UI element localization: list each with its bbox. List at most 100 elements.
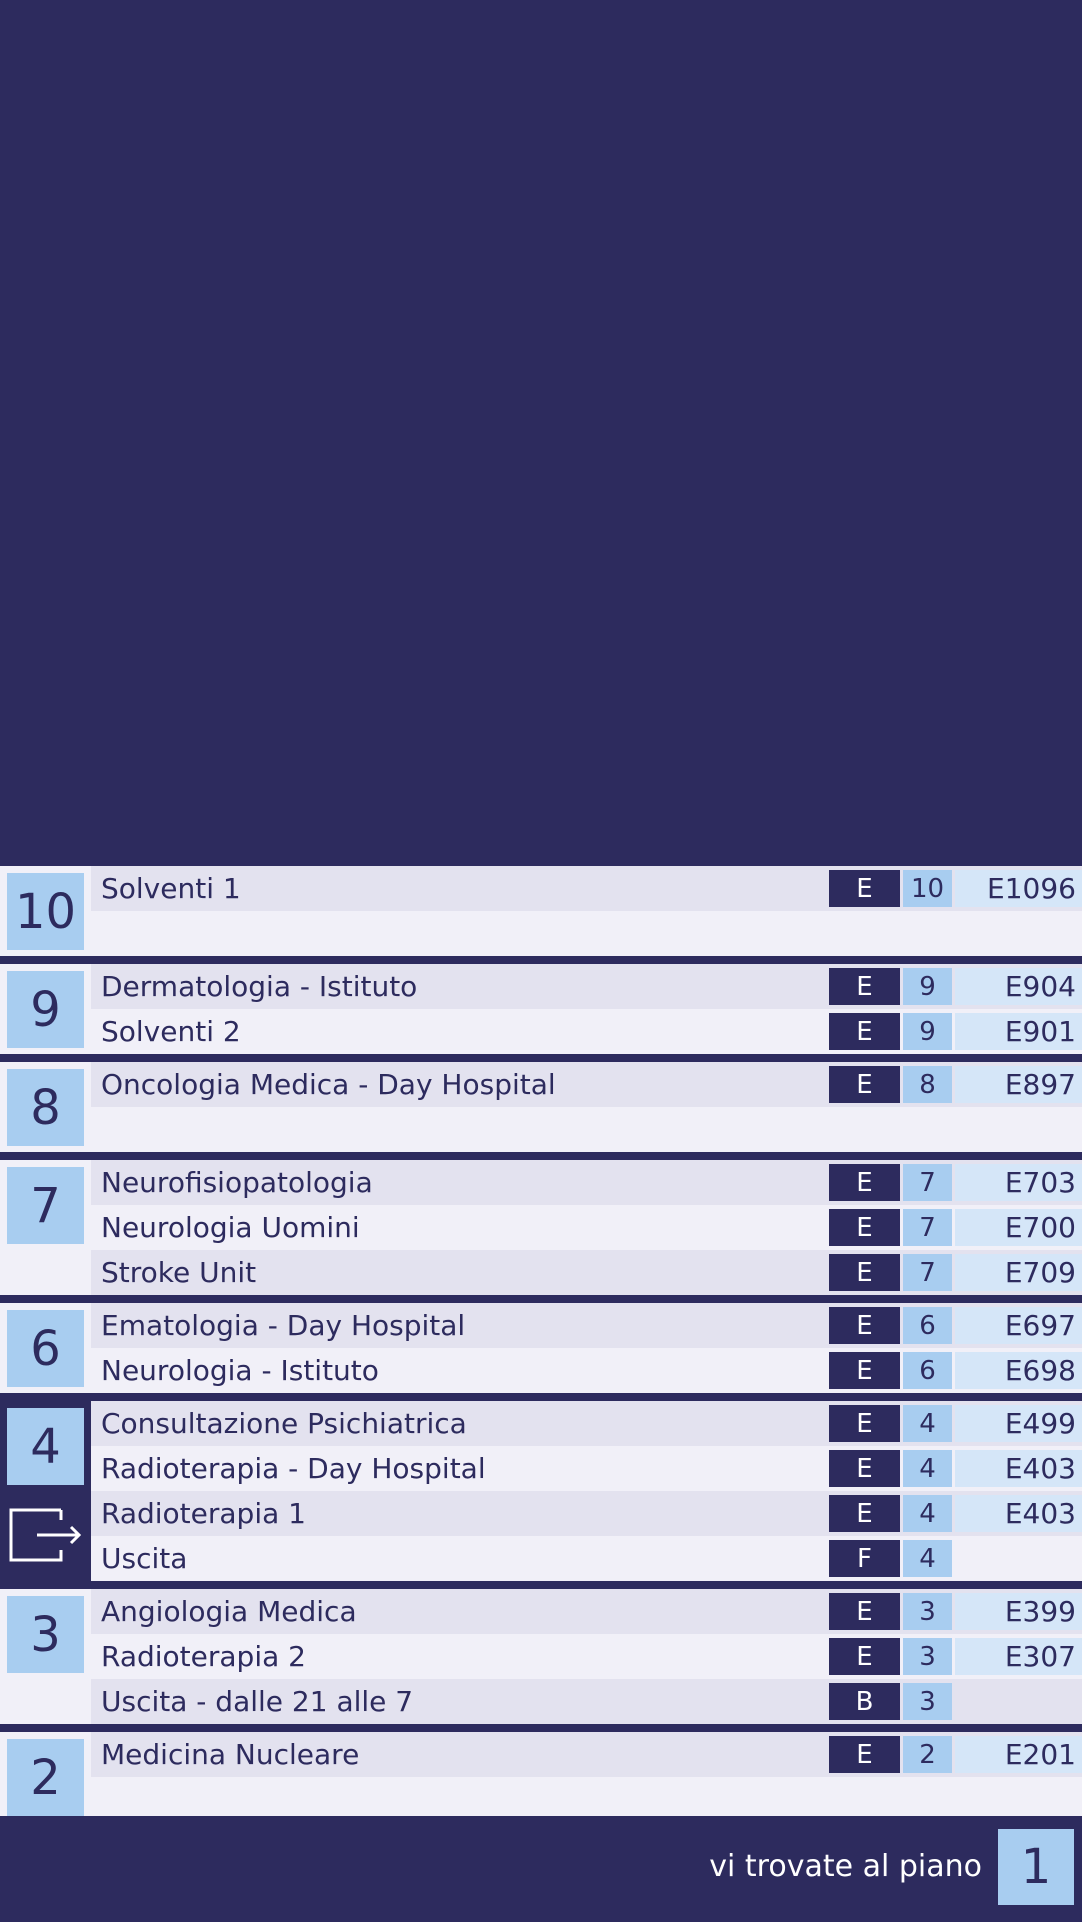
- room-code: E697: [955, 1307, 1082, 1344]
- department-name: Uscita: [101, 1542, 188, 1575]
- room-code: E703: [955, 1164, 1082, 1201]
- department-row: Uscita F 4: [91, 1536, 1082, 1581]
- department-name: Neurologia - Istituto: [101, 1354, 379, 1387]
- department-name: Oncologia Medica - Day Hospital: [101, 1068, 556, 1101]
- building-letter: E: [829, 1736, 900, 1773]
- floor-number-column: 6: [0, 1303, 91, 1393]
- room-code: E698: [955, 1352, 1082, 1389]
- department-name: Neurologia Uomini: [101, 1211, 360, 1244]
- floor-section-body: 7 Neurofisiopatologia E 7 E703 Neurologia Uom…: [0, 1160, 1082, 1295]
- floor-indicator: 4: [903, 1540, 952, 1577]
- department-list: Ematologia - Day Hospital E 6 E697 Neurologi…: [91, 1303, 1082, 1393]
- floor-number-column: 10: [0, 866, 91, 956]
- department-name: Solventi 2: [101, 1015, 241, 1048]
- department-list: Neurofisiopatologia E 7 E703 Neurologia Uomi…: [91, 1160, 1082, 1295]
- department-row: Dermatologia - Istituto E 9 E904: [91, 964, 1082, 1009]
- floor-indicator: 4: [903, 1405, 952, 1442]
- floor-number-column: 8: [0, 1062, 91, 1152]
- department-list: Oncologia Medica - Day Hospital E 8 E897: [91, 1062, 1082, 1152]
- floor-indicator: 7: [903, 1209, 952, 1246]
- floor-number-column: 4: [0, 1401, 91, 1581]
- building-letter: E: [829, 1066, 900, 1103]
- department-name: Consultazione Psichiatrica: [101, 1407, 467, 1440]
- exit-arrow-icon: [9, 1508, 82, 1562]
- floor-number-column: 3: [0, 1589, 91, 1724]
- current-floor-label: vi trovate al piano: [709, 1849, 982, 1884]
- floor-indicator: 7: [903, 1164, 952, 1201]
- department-row: Stroke Unit E 7 E709: [91, 1250, 1082, 1295]
- floor-section-3: 3 Angiologia Medica E 3 E399 Radioterapia 2E3…: [0, 1581, 1082, 1724]
- footer-bar: vi trovate al piano 1: [0, 1816, 1082, 1922]
- department-list: Medicina Nucleare E 2 E201: [91, 1732, 1082, 1822]
- department-name: Angiologia Medica: [101, 1595, 357, 1628]
- floor-section-body: 2 Medicina Nucleare E 2 E201: [0, 1732, 1082, 1822]
- floor-number-column: 9: [0, 964, 91, 1054]
- department-row: Solventi 1 E 10 E1096: [91, 866, 1082, 911]
- department-row: Angiologia Medica E 3 E399: [91, 1589, 1082, 1634]
- floor-number-badge: 7: [7, 1167, 84, 1244]
- room-code: E700: [955, 1209, 1082, 1246]
- floor-indicator: 4: [903, 1450, 952, 1487]
- building-letter: E: [829, 1495, 900, 1532]
- floor-section-6: 6 Ematologia - Day Hospital E 6 E697 Neurolog…: [0, 1295, 1082, 1393]
- room-code: E201: [955, 1736, 1082, 1773]
- floor-indicator: 4: [903, 1495, 952, 1532]
- room-code: E399: [955, 1593, 1082, 1630]
- floor-section-9: 9 Dermatologia - Istituto E 9 E904 Solventi 2…: [0, 956, 1082, 1054]
- department-name: Neurofisiopatologia: [101, 1166, 373, 1199]
- department-row: Neurofisiopatologia E 7 E703: [91, 1160, 1082, 1205]
- room-code: E904: [955, 968, 1082, 1005]
- floor-number-badge: 9: [7, 971, 84, 1048]
- department-list: Solventi 1 E 10 E1096: [91, 866, 1082, 956]
- department-row: Neurologia - Istituto E 6 E698: [91, 1348, 1082, 1393]
- current-floor-number: 1: [998, 1829, 1074, 1905]
- floor-indicator: 3: [903, 1638, 952, 1675]
- department-name: Radioterapia - Day Hospital: [101, 1452, 486, 1485]
- floor-indicator: 9: [903, 968, 952, 1005]
- building-letter: E: [829, 1013, 900, 1050]
- department-list: Angiologia Medica E 3 E399 Radioterapia 2E3E…: [91, 1589, 1082, 1724]
- room-code: [955, 1540, 1082, 1577]
- floor-number-badge: 8: [7, 1069, 84, 1146]
- floor-indicator: 3: [903, 1593, 952, 1630]
- department-name: Radioterapia 2: [101, 1640, 306, 1673]
- floor-number-column: 7: [0, 1160, 91, 1295]
- department-name: Radioterapia 1: [101, 1497, 306, 1530]
- room-code: [955, 1683, 1082, 1720]
- floor-section-body: 3 Angiologia Medica E 3 E399 Radioterapia 2E3…: [0, 1589, 1082, 1724]
- department-list: Consultazione Psichiatrica E 4 E499 Radioter…: [91, 1401, 1082, 1581]
- floor-indicator: 3: [903, 1683, 952, 1720]
- building-letter: F: [829, 1540, 900, 1577]
- building-letter: E: [829, 1254, 900, 1291]
- floor-indicator: 8: [903, 1066, 952, 1103]
- building-letter: E: [829, 1352, 900, 1389]
- floor-section-7: 7 Neurofisiopatologia E 7 E703 Neurologia Uom…: [0, 1152, 1082, 1295]
- department-row: Neurologia Uomini E 7 E700: [91, 1205, 1082, 1250]
- room-code: E403: [955, 1495, 1082, 1532]
- department-row: Ematologia - Day Hospital E 6 E697: [91, 1303, 1082, 1348]
- department-name: Uscita - dalle 21 alle 7: [101, 1685, 414, 1718]
- department-row: Medicina Nucleare E 2 E201: [91, 1732, 1082, 1777]
- department-name: Stroke Unit: [101, 1256, 257, 1289]
- floor-indicator: 2: [903, 1736, 952, 1773]
- top-banner-area: [0, 0, 1082, 866]
- floor-section-10: 10 Solventi 1 E 10 E1096: [0, 866, 1082, 956]
- floor-indicator: 6: [903, 1352, 952, 1389]
- building-letter: E: [829, 1450, 900, 1487]
- building-letter: E: [829, 1307, 900, 1344]
- floor-section-8: 8 Oncologia Medica - Day Hospital E 8 E897: [0, 1054, 1082, 1152]
- building-letter: E: [829, 1164, 900, 1201]
- department-row: Uscita - dalle 21 alle 7 B3: [91, 1679, 1082, 1724]
- building-letter: E: [829, 1638, 900, 1675]
- room-code: E403: [955, 1450, 1082, 1487]
- floor-indicator: 6: [903, 1307, 952, 1344]
- room-code: E709: [955, 1254, 1082, 1291]
- floor-section-4: 4 Consultazione Psichiatrica E 4 E499 Radiote…: [0, 1393, 1082, 1581]
- floor-indicator: 10: [903, 870, 952, 907]
- department-row: Radioterapia 1 E 4 E403: [91, 1491, 1082, 1536]
- room-code: E901: [955, 1013, 1082, 1050]
- empty-row: [91, 1107, 1082, 1152]
- room-code: E1096: [955, 870, 1082, 907]
- department-row: Radioterapia - Day Hospital E 4 E403: [91, 1446, 1082, 1491]
- room-code: E307: [955, 1638, 1082, 1675]
